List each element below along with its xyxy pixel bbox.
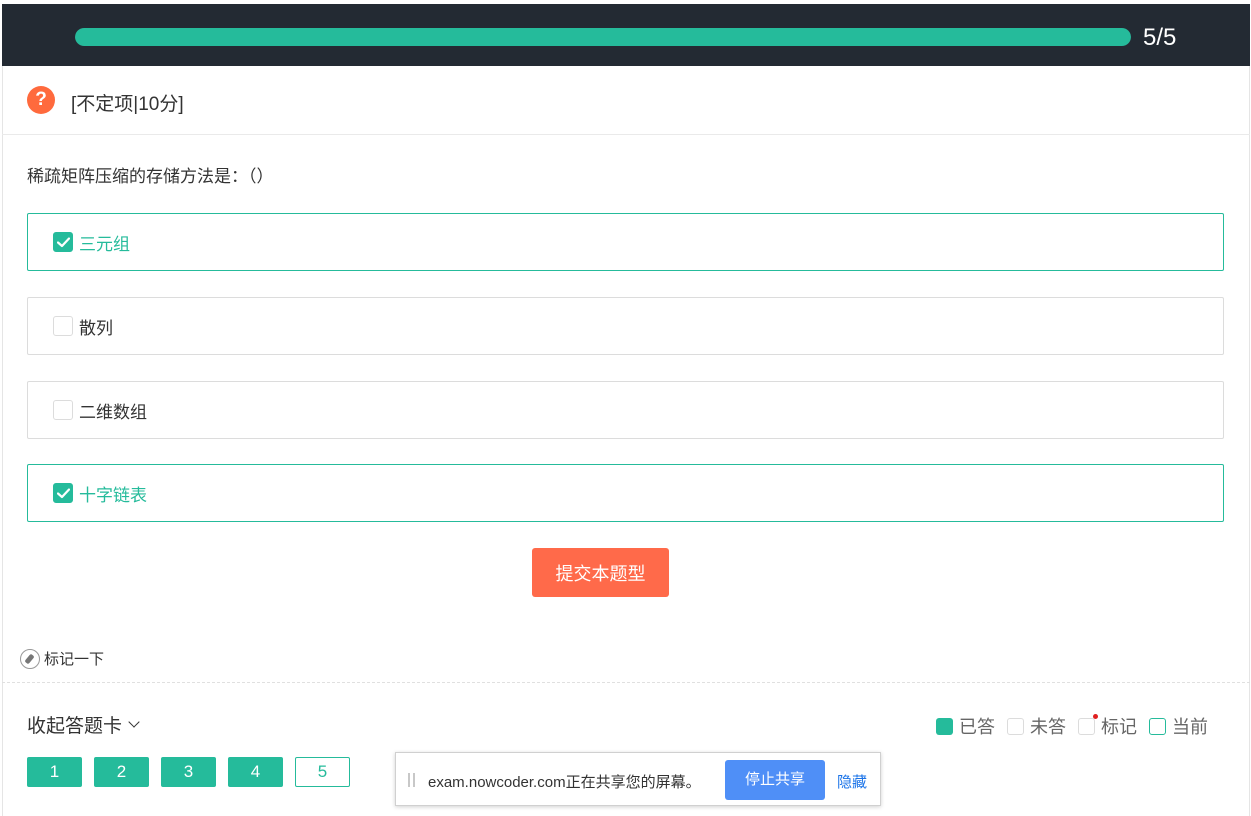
current-swatch — [1149, 717, 1166, 735]
answered-swatch — [936, 717, 953, 735]
option-d[interactable]: 十字链表 — [27, 464, 1224, 522]
drag-handle-icon[interactable] — [408, 773, 415, 787]
legend-marked: 标记 — [1078, 713, 1137, 739]
progress-bar-fill — [75, 28, 1131, 46]
legend-answered: 已答 — [936, 713, 995, 739]
mark-label: 标记一下 — [44, 651, 105, 668]
progress-bar — [75, 28, 1131, 46]
chevron-down-icon — [128, 716, 140, 728]
submit-question-button[interactable]: 提交本题型 — [532, 548, 669, 597]
option-b[interactable]: 散列 — [27, 297, 1224, 355]
legend-current-label: 当前 — [1172, 717, 1208, 737]
question-number-button[interactable]: 4 — [228, 757, 283, 787]
legend-marked-label: 标记 — [1101, 717, 1137, 737]
legend-answered-label: 已答 — [959, 717, 995, 737]
option-label: 三元组 — [79, 235, 130, 254]
checkmark-icon — [57, 488, 70, 499]
question-header: ? [不定项|10分] — [2, 66, 1250, 135]
question-number-button[interactable]: 5 — [295, 757, 350, 787]
question-stem: 稀疏矩阵压缩的存储方法是：（） — [27, 167, 274, 186]
share-message: exam.nowcoder.com正在共享您的屏幕。 — [428, 774, 701, 791]
question-number-list: 1 2 3 4 5 — [27, 757, 362, 787]
collapse-answer-card-button[interactable]: 收起答题卡 — [27, 711, 140, 738]
option-a[interactable]: 三元组 — [27, 213, 1224, 271]
option-checkbox[interactable] — [53, 316, 73, 336]
option-c[interactable]: 二维数组 — [27, 381, 1224, 439]
screen-share-bar: exam.nowcoder.com正在共享您的屏幕。 停止共享 隐藏 — [395, 752, 881, 806]
question-number-button[interactable]: 3 — [161, 757, 216, 787]
pin-icon — [20, 648, 40, 669]
progress-header: 5/5 — [2, 4, 1250, 66]
question-number-button[interactable]: 2 — [94, 757, 149, 787]
progress-counter: 5/5 — [1143, 24, 1177, 51]
legend-unanswered-label: 未答 — [1030, 717, 1066, 737]
unanswered-swatch — [1007, 717, 1024, 735]
legend-current: 当前 — [1149, 713, 1208, 739]
answer-legend: 已答 未答 标记 当前 — [936, 713, 1220, 739]
answer-card-toggle-label: 收起答题卡 — [27, 716, 123, 737]
question-icon: ? — [27, 86, 55, 114]
hide-share-bar-link[interactable]: 隐藏 — [837, 771, 867, 792]
question-number-button[interactable]: 1 — [27, 757, 82, 787]
option-checkbox[interactable] — [53, 400, 73, 420]
option-checkbox[interactable] — [53, 232, 73, 252]
marked-swatch — [1078, 713, 1098, 735]
option-checkbox[interactable] — [53, 483, 73, 503]
section-divider — [2, 682, 1250, 683]
mark-question-toggle[interactable]: 标记一下 — [20, 648, 104, 669]
checkmark-icon — [57, 237, 70, 248]
option-label: 二维数组 — [79, 403, 147, 422]
option-label: 十字链表 — [79, 486, 147, 505]
question-type-label: [不定项|10分] — [71, 94, 184, 115]
option-label: 散列 — [79, 319, 113, 338]
stop-sharing-button[interactable]: 停止共享 — [725, 760, 825, 800]
legend-unanswered: 未答 — [1007, 713, 1066, 739]
